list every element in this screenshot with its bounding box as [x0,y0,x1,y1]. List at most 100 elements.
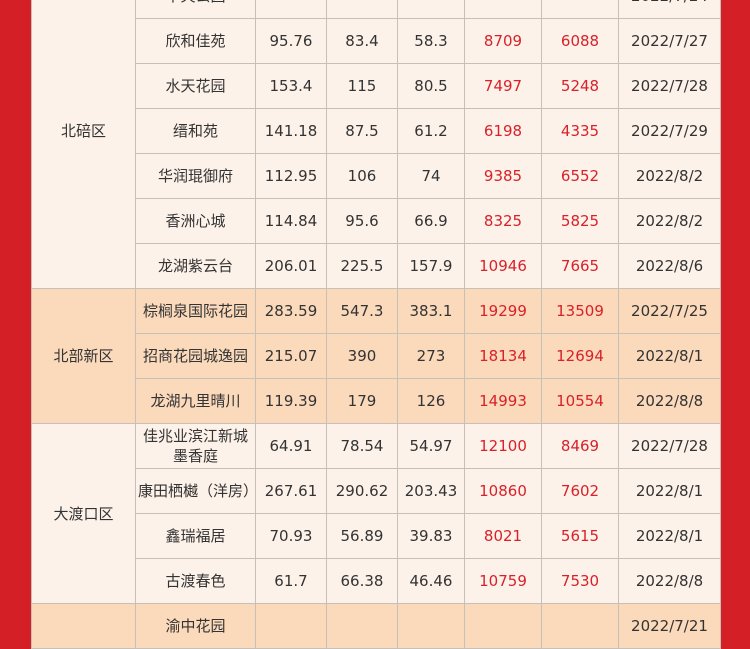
date-cell: 2022/7/21 [618,603,721,649]
price-b-cell: 5248 [541,63,619,109]
project-name-cell: 香洲心城 [135,198,256,244]
value-a-cell: 87.5 [326,108,398,154]
district-cell [31,603,136,649]
price-table-sheet: 北碚区中央公园2022/7/24欣和佳苑95.7683.458.38709608… [31,0,721,649]
project-name-cell: 古渡春色 [135,558,256,604]
table-row: 古渡春色 61.7 66.38 46.46 10759 7530 2022/8/8 [32,558,721,604]
price-b-cell: 8469 [541,423,619,469]
price-a-cell: 6198 [464,108,542,154]
table-row: 龙湖九里晴川 119.39 179 126 14993 10554 2022/8/8 [32,378,721,424]
area-cell: 283.59 [255,288,327,334]
table-row: 鑫瑞福居 70.93 56.89 39.83 8021 5615 2022/8/1 [32,513,721,559]
project-name-cell: 招商花园城逸园 [135,333,256,379]
price-a-cell: 10946 [464,243,542,289]
value-a-cell: 56.89 [326,513,398,559]
project-name-cell: 龙湖紫云台 [135,243,256,289]
date-cell: 2022/7/25 [618,288,721,334]
area-cell: 267.61 [255,468,327,514]
price-a-cell: 8709 [464,18,542,64]
value-a-cell: 95.6 [326,198,398,244]
date-cell: 2022/8/1 [618,468,721,514]
date-cell: 2022/8/6 [618,243,721,289]
price-a-cell: 12100 [464,423,542,469]
price-a-cell: 8325 [464,198,542,244]
district-cell: 大渡口区 [31,423,136,604]
date-cell: 2022/7/29 [618,108,721,154]
table-row: 招商花园城逸园 215.07 390 273 18134 12694 2022/8/1 [32,333,721,379]
value-b-cell: 80.5 [397,63,465,109]
value-a-cell: 179 [326,378,398,424]
price-a-cell: 7497 [464,63,542,109]
price-a-cell: 10759 [464,558,542,604]
district-cell: 北部新区 [31,288,136,424]
price-b-cell: 10554 [541,378,619,424]
price-b-cell: 7602 [541,468,619,514]
table-row: 水天花园 153.4 115 80.5 7497 5248 2022/7/28 [32,63,721,109]
area-cell: 119.39 [255,378,327,424]
project-name-cell: 渝中花园 [135,603,256,649]
value-b-cell: 66.9 [397,198,465,244]
price-a-cell [464,0,542,19]
price-b-cell: 4335 [541,108,619,154]
project-name-cell: 佳兆业滨江新城墨香庭 [135,423,256,469]
area-cell: 112.95 [255,153,327,199]
price-b-cell [541,0,619,19]
area-cell: 141.18 [255,108,327,154]
value-b-cell: 203.43 [397,468,465,514]
table-row: 缙和苑 141.18 87.5 61.2 6198 4335 2022/7/29 [32,108,721,154]
date-cell: 2022/7/27 [618,18,721,64]
value-a-cell: 106 [326,153,398,199]
value-a-cell: 547.3 [326,288,398,334]
date-cell: 2022/7/24 [618,0,721,19]
value-a-cell: 66.38 [326,558,398,604]
value-a-cell: 225.5 [326,243,398,289]
value-b-cell: 58.3 [397,18,465,64]
table-row: 欣和佳苑 95.76 83.4 58.3 8709 6088 2022/7/27 [32,18,721,64]
value-b-cell: 46.46 [397,558,465,604]
area-cell: 95.76 [255,18,327,64]
price-b-cell: 7530 [541,558,619,604]
date-cell: 2022/8/1 [618,513,721,559]
project-name-cell: 中央公园 [135,0,256,19]
project-name-cell: 康田栖樾（洋房） [135,468,256,514]
date-cell: 2022/7/28 [618,63,721,109]
table-row: 香洲心城 114.84 95.6 66.9 8325 5825 2022/8/2 [32,198,721,244]
value-b-cell [397,603,465,649]
price-b-cell: 6088 [541,18,619,64]
date-cell: 2022/8/1 [618,333,721,379]
table-row: 康田栖樾（洋房） 267.61 290.62 203.43 10860 7602 2022/… [32,468,721,514]
project-name-cell: 华润琨御府 [135,153,256,199]
value-a-cell: 78.54 [326,423,398,469]
value-b-cell: 54.97 [397,423,465,469]
date-cell: 2022/8/2 [618,198,721,244]
table-row: 北碚区中央公园 2022/7/24 [31,0,721,289]
price-a-cell: 14993 [464,378,542,424]
date-cell: 2022/7/28 [618,423,721,469]
date-cell: 2022/8/8 [618,378,721,424]
price-b-cell: 6552 [541,153,619,199]
value-b-cell: 39.83 [397,513,465,559]
date-cell: 2022/8/8 [618,558,721,604]
price-b-cell: 5615 [541,513,619,559]
value-a-cell: 390 [326,333,398,379]
project-name-cell: 欣和佳苑 [135,18,256,64]
table-row: 龙湖紫云台 206.01 225.5 157.9 10946 7665 2022/8/6 [32,243,721,289]
area-cell: 64.91 [255,423,327,469]
area-cell [255,0,327,19]
value-b-cell [397,0,465,19]
value-b-cell: 273 [397,333,465,379]
area-cell: 61.7 [255,558,327,604]
project-name-cell: 龙湖九里晴川 [135,378,256,424]
value-a-cell [326,603,398,649]
value-a-cell: 83.4 [326,18,398,64]
value-b-cell: 74 [397,153,465,199]
price-a-cell: 19299 [464,288,542,334]
area-cell: 153.4 [255,63,327,109]
price-a-cell: 18134 [464,333,542,379]
value-b-cell: 383.1 [397,288,465,334]
district-cell: 北碚区 [31,0,136,289]
area-cell: 70.93 [255,513,327,559]
value-b-cell: 126 [397,378,465,424]
value-b-cell: 157.9 [397,243,465,289]
price-b-cell [541,603,619,649]
